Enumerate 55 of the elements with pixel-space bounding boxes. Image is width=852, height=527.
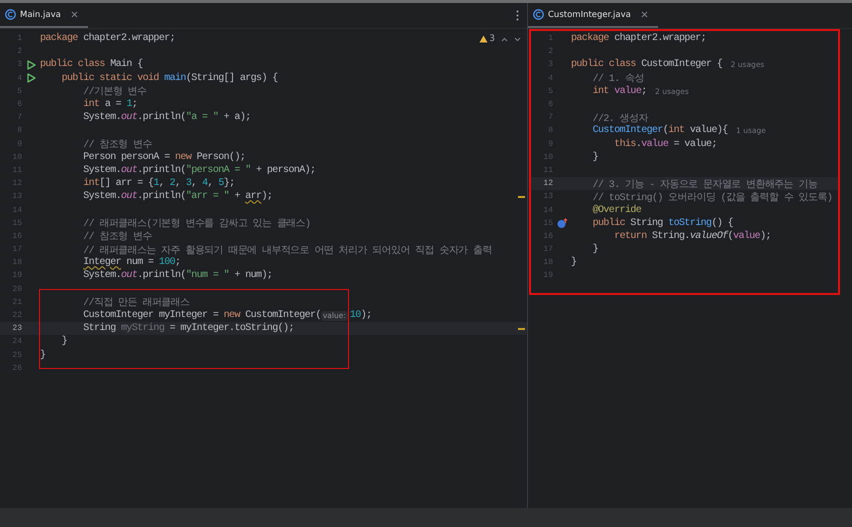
code-text: // 래퍼클래스는 자주 활용되기 때문에 내부적으로 어떤 처리가 되어있어 직접 숫자가 출력 bbox=[82, 244, 492, 257]
code-text: CustomInteger myInteger = new CustomInteger( bbox=[82, 310, 321, 322]
code-text: // toString() 오버라이딩 (값을 출력할 수 있도록) bbox=[592, 191, 832, 204]
code-text: //직접 만든 래퍼클래스 bbox=[82, 296, 190, 310]
close-icon[interactable] bbox=[70, 11, 78, 18]
code-text: public class Main { bbox=[40, 59, 143, 70]
chevron-up-icon[interactable] bbox=[501, 36, 508, 42]
code-text: } bbox=[592, 244, 598, 256]
code-text: // 3. 기능 - 자동으로 문자열로 변환해주는 기능 bbox=[592, 178, 818, 191]
code-text: return String.valueOf(value); bbox=[613, 230, 771, 242]
code-text: public String toString() { bbox=[592, 218, 734, 229]
code-text: // 래퍼클래스(기본형 변수를 감싸고 있는 클래스) bbox=[82, 218, 310, 230]
close-icon[interactable] bbox=[640, 11, 648, 18]
code-text: } bbox=[571, 257, 576, 268]
code-text: } bbox=[592, 152, 598, 163]
code-text: System.out.println("arr = " + arr); bbox=[82, 191, 272, 202]
circle-c-icon bbox=[533, 9, 544, 20]
code-text: // 참조형 변수 bbox=[82, 138, 152, 152]
chevron-down-icon[interactable] bbox=[514, 36, 521, 42]
code-text: System.out.println("a = " + a); bbox=[82, 112, 251, 124]
code-text: Person personA = new Person(); bbox=[82, 152, 246, 163]
circle-c-icon bbox=[5, 9, 16, 20]
code-text: int value; bbox=[592, 86, 648, 97]
code-text: //기본형 변수 bbox=[82, 86, 146, 98]
code-text: } bbox=[40, 350, 46, 361]
warning-stripe-mark[interactable] bbox=[518, 328, 525, 330]
warning-icon bbox=[479, 35, 488, 43]
code-text: int a = 1; bbox=[82, 99, 138, 110]
code-text: CustomInteger(int value){ bbox=[592, 125, 729, 136]
editor-tab[interactable]: CustomInteger.java bbox=[528, 3, 658, 28]
code-text: String myString = myInteger.toString(); bbox=[82, 323, 294, 334]
code-text: System.out.println("num = " + num); bbox=[82, 270, 272, 282]
code-text: @Override bbox=[592, 204, 642, 216]
warning-count-text: 3 bbox=[489, 34, 495, 44]
code-text: // 1. 속성 bbox=[592, 72, 644, 86]
code-text: Integer num = 100; bbox=[82, 257, 180, 268]
more-options-icon[interactable] bbox=[516, 10, 519, 21]
line-number: 12 bbox=[542, 179, 553, 188]
code-text: package chapter2.wrapper; bbox=[571, 33, 706, 44]
editor-tab[interactable]: Main.java bbox=[0, 3, 88, 28]
warning-stripe-mark[interactable] bbox=[518, 196, 525, 198]
code-text: int[] arr = {1, 2, 3, 4, 5}; bbox=[82, 178, 235, 190]
code-text: //2. 생성자 bbox=[592, 112, 648, 125]
code-text: // 참조형 변수 bbox=[82, 230, 152, 244]
play-icon[interactable] bbox=[26, 73, 36, 84]
warning-count[interactable]: 3 bbox=[479, 34, 495, 44]
code-text: this.value = value; bbox=[613, 138, 717, 150]
code-text: public class CustomInteger { bbox=[571, 59, 724, 70]
code-text: 10); bbox=[350, 310, 372, 322]
code-text: package chapter2.wrapper; bbox=[40, 33, 176, 44]
code-text: System.out.println("personA = " + personA); bbox=[82, 164, 316, 176]
play-icon[interactable] bbox=[26, 60, 36, 70]
code-text: } bbox=[60, 336, 68, 348]
code-text: public static void main(String[] args) { bbox=[60, 72, 278, 84]
line-number: 23 bbox=[11, 324, 22, 334]
